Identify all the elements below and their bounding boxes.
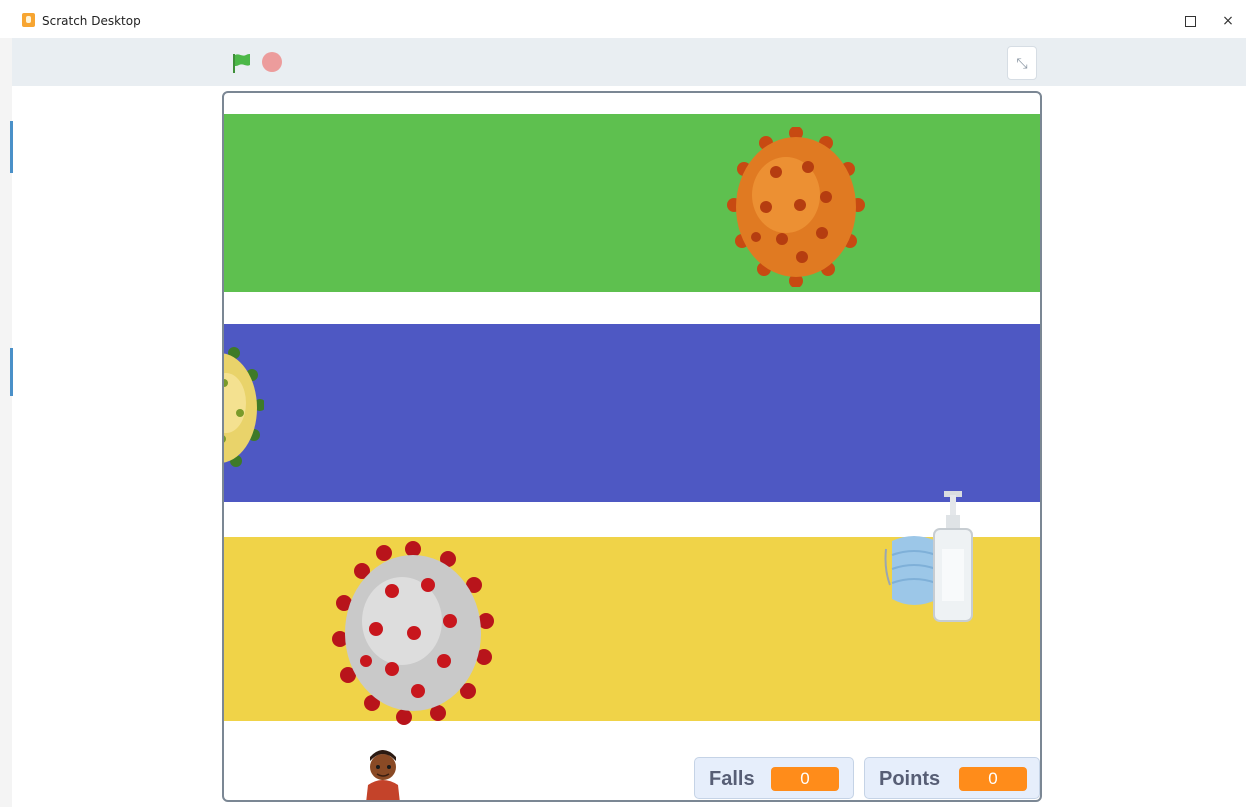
stage-toolbar: ⤡ [12, 38, 1246, 86]
player-sprite[interactable] [362, 743, 404, 802]
points-label: Points [879, 768, 941, 790]
stop-button[interactable] [262, 52, 282, 72]
green-flag-button[interactable] [230, 52, 254, 74]
red-virus-sprite[interactable] [332, 541, 494, 725]
stage[interactable]: Falls 0 Points 0 [222, 91, 1042, 802]
points-variable-monitor[interactable]: Points 0 [864, 757, 1040, 799]
close-icon: × [1222, 13, 1234, 29]
exit-fullscreen-button[interactable]: ⤡ [1007, 46, 1037, 80]
orange-virus-sprite[interactable] [726, 127, 866, 287]
edge-indicator [10, 121, 13, 173]
green-flag-icon [233, 54, 250, 73]
edge-indicator [10, 348, 13, 396]
falls-variable-monitor[interactable]: Falls 0 [694, 757, 854, 799]
sanitizer-mask-sprite[interactable] [884, 489, 984, 629]
points-value: 0 [959, 767, 1027, 791]
right-panel [1048, 86, 1246, 807]
maximize-icon [1184, 16, 1196, 27]
fullscreen-exit-icon: ⤡ [1016, 55, 1028, 71]
falls-value: 0 [771, 767, 839, 791]
window-title: Scratch Desktop [42, 14, 141, 28]
title-bar: Scratch Desktop × [12, 6, 1246, 38]
close-button[interactable]: × [1216, 10, 1240, 32]
left-window-edge [0, 38, 13, 807]
maximize-button[interactable] [1178, 10, 1202, 32]
green-virus-sprite[interactable] [222, 343, 264, 473]
scratch-app-icon [22, 13, 35, 27]
green-lane [224, 114, 1040, 292]
falls-label: Falls [709, 768, 755, 790]
blue-lane [224, 324, 1040, 502]
